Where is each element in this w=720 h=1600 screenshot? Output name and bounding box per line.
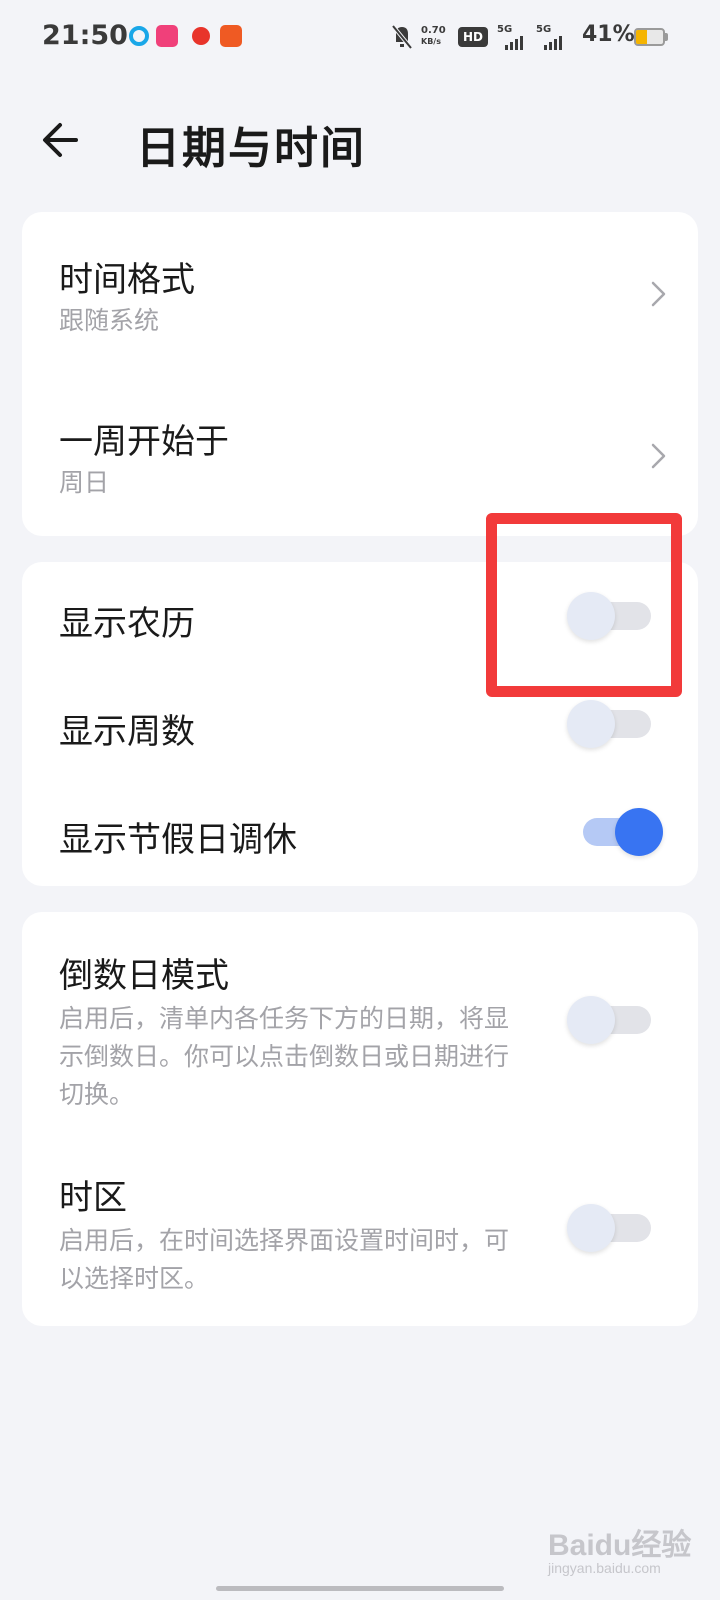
battery-fill	[636, 30, 648, 44]
mute-bell-icon	[391, 24, 413, 50]
show-holiday-adjustment-row[interactable]: 显示节假日调休	[22, 778, 698, 886]
status-time: 21:50	[42, 20, 128, 51]
show-week-number-title: 显示周数	[59, 712, 195, 752]
blue-ring-app-icon	[129, 26, 149, 46]
orange-app-icon	[220, 25, 242, 47]
time-format-value: 跟随系统	[59, 306, 160, 335]
time-zone-row[interactable]: 时区 启用后，在时间选择界面设置时间时，可以选择时区。	[22, 1136, 698, 1326]
countdown-mode-row[interactable]: 倒数日模式 启用后，清单内各任务下方的日期，将显示倒数日。你可以点击倒数日或日期…	[22, 912, 698, 1122]
toggle-knob	[567, 1204, 615, 1252]
general-settings-card: 时间格式 跟随系统 一周开始于 周日	[22, 212, 698, 536]
hd-badge: HD	[458, 27, 488, 47]
sim2-network: 5G	[536, 24, 552, 35]
status-bar: 21:50 0.70 KB/s HD 5G 5G 41%	[0, 0, 720, 76]
show-holiday-adjustment-toggle[interactable]	[567, 808, 663, 856]
net-speed-value: 0.70	[421, 25, 446, 36]
toggle-knob	[615, 808, 663, 856]
sim1-network: 5G	[497, 24, 513, 35]
hd-label: HD	[462, 30, 483, 44]
show-holiday-adjustment-title: 显示节假日调休	[59, 820, 297, 860]
signal-bars-icon	[505, 36, 523, 50]
battery-icon	[634, 28, 665, 46]
sim1-signal: 5G	[497, 24, 527, 54]
toggle-knob	[567, 996, 615, 1044]
battery-percent: 41%	[582, 22, 635, 47]
battery-cap	[665, 33, 668, 41]
sim2-signal: 5G	[536, 24, 566, 54]
week-start-value: 周日	[59, 468, 110, 497]
highlight-annotation-box	[486, 513, 682, 697]
time-format-title: 时间格式	[59, 260, 195, 300]
time-format-row[interactable]: 时间格式 跟随系统	[22, 212, 698, 374]
show-lunar-title: 显示农历	[59, 604, 195, 644]
time-zone-title: 时区	[59, 1178, 127, 1218]
net-speed: 0.70 KB/s	[421, 25, 455, 55]
time-zone-description: 启用后，在时间选择界面设置时间时，可以选择时区。	[59, 1226, 510, 1293]
week-start-title: 一周开始于	[59, 422, 229, 462]
toggle-knob	[567, 700, 615, 748]
chevron-right-icon	[651, 281, 666, 307]
net-speed-unit: KB/s	[421, 37, 441, 46]
advanced-settings-card: 倒数日模式 启用后，清单内各任务下方的日期，将显示倒数日。你可以点击倒数日或日期…	[22, 912, 698, 1326]
red-app-icon	[192, 27, 210, 45]
signal-bars-icon	[544, 36, 562, 50]
watermark-main-text: Baidu经验	[548, 1529, 692, 1562]
home-indicator[interactable]	[216, 1586, 504, 1591]
back-arrow-icon[interactable]	[38, 116, 86, 164]
week-start-row[interactable]: 一周开始于 周日	[22, 374, 698, 536]
countdown-mode-description: 启用后，清单内各任务下方的日期，将显示倒数日。你可以点击倒数日或日期进行切换。	[59, 1004, 510, 1109]
time-zone-toggle[interactable]	[567, 1204, 663, 1252]
countdown-mode-title: 倒数日模式	[59, 956, 229, 996]
countdown-mode-toggle[interactable]	[567, 996, 663, 1044]
pink-app-icon	[156, 25, 178, 47]
watermark-sub-text: jingyan.baidu.com	[548, 1560, 661, 1576]
page-title: 日期与时间	[136, 123, 366, 174]
baidu-jingyan-watermark: Baidu经验 jingyan.baidu.com	[548, 1520, 698, 1582]
show-week-number-toggle[interactable]	[567, 700, 663, 748]
chevron-right-icon	[651, 443, 666, 469]
